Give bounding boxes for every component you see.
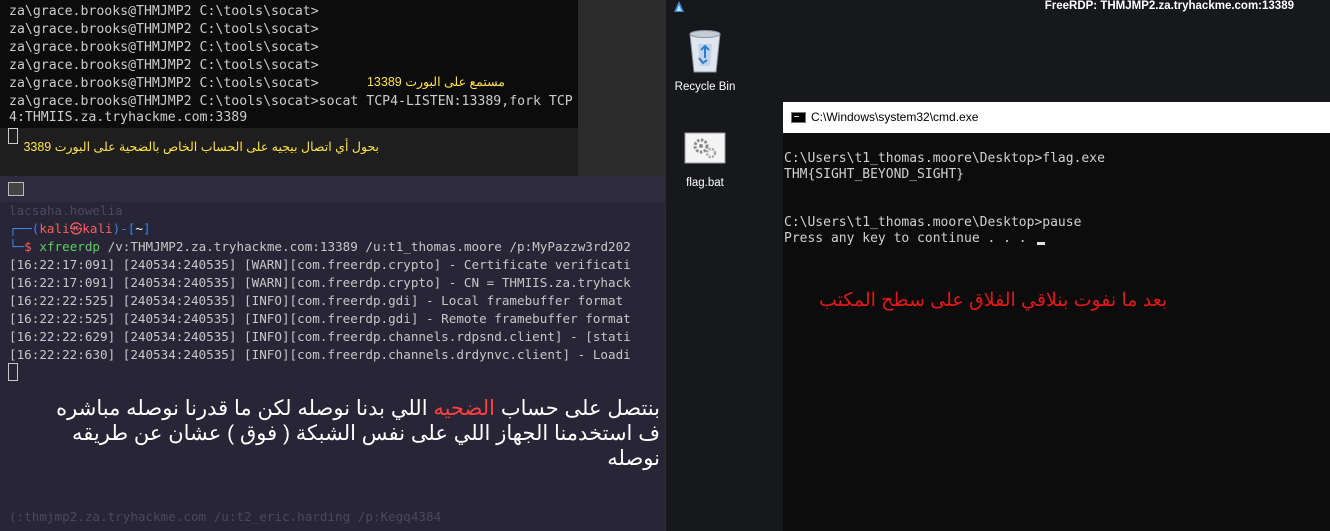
terminal-line-socat-command: za\grace.brooks@THMJMP2 C:\tools\socat>s… <box>9 94 573 109</box>
command-args: /v:THMJMP2.za.tryhackme.com:13389 /u:t1_… <box>100 239 631 254</box>
flag-bat-shortcut[interactable]: flag.bat <box>665 132 745 189</box>
terminal-wrap-line: 4:THMIIS.za.tryhackme.com:3389 <box>0 110 578 128</box>
log-line: [16:22:22:630] [240534:240535] [INFO][co… <box>9 347 631 362</box>
windows-terminal[interactable]: za\grace.brooks@THMJMP2 C:\tools\socat> … <box>0 0 578 128</box>
note-text-part1: بنتصل على حساب <box>494 397 660 420</box>
rdp-title: FreeRDP: THMJMP2.za.tryhackme.com:13389 <box>1044 0 1294 12</box>
prompt-symbol: ㉿ <box>69 221 83 236</box>
cmd-line: Press any key to continue . . . <box>784 231 1330 247</box>
note-forward-port: بحول أي اتصال بيجيه على الحساب الخاص بال… <box>23 140 379 154</box>
cmd-cursor <box>1037 242 1046 245</box>
prompt-host: kali <box>82 221 113 236</box>
cmd-line: C:\Users\t1_thomas.moore\Desktop>flag.ex… <box>784 151 1105 166</box>
cmd-title: C:\Windows\system32\cmd.exe <box>811 110 979 124</box>
recycle-bin-label: Recycle Bin <box>674 81 736 93</box>
cmd-pause-text: Press any key to continue . . . <box>784 231 1035 246</box>
background-gap <box>578 0 665 176</box>
log-line: [16:22:22:629] [240534:240535] [INFO][co… <box>9 329 631 344</box>
ghost-text: (:thmjmp2.za.tryhackme.com /u:t2_eric.ha… <box>9 509 442 524</box>
cmd-output[interactable]: C:\Users\t1_thomas.moore\Desktop>flag.ex… <box>783 133 1330 247</box>
log-line: [16:22:17:091] [240534:240535] [WARN][co… <box>9 257 631 272</box>
rdp-window[interactable]: FreeRDP: THMJMP2.za.tryhackme.com:13389 … <box>665 0 1330 531</box>
prompt-line: ┌──(kali㉿kali)-[~] <box>9 221 151 236</box>
terminal-cursor <box>8 363 18 381</box>
ghost-text: lacsaha.howelia <box>9 203 123 218</box>
kali-terminal-tabbar <box>0 176 665 202</box>
terminal-icon[interactable] <box>8 182 24 196</box>
note-explanation: بنتصل على حساب الضحيه اللي بدنا نوصله لك… <box>30 396 660 471</box>
recycle-bin-shortcut[interactable]: Recycle Bin <box>665 28 745 93</box>
cmd-line: C:\Users\t1_thomas.moore\Desktop>pause <box>784 215 1082 230</box>
cmd-line <box>784 183 1330 199</box>
cmd-titlebar[interactable]: C:\Windows\system32\cmd.exe <box>783 102 1330 133</box>
prompt-user: kali <box>39 221 70 236</box>
log-line: [16:22:22:525] [240534:240535] [INFO][co… <box>9 311 631 326</box>
terminal-line: za\grace.brooks@THMJMP2 C:\tools\socat> <box>9 58 319 73</box>
log-line: [16:22:22:525] [240534:240535] [INFO][co… <box>9 293 624 308</box>
note-listen-port: مستمع على البورت 13389 <box>366 75 505 89</box>
log-line: [16:22:17:091] [240534:240535] [WARN][co… <box>9 275 631 290</box>
prompt-dir: ~ <box>135 221 143 236</box>
cmd-flag-line: THM{SIGHT_BEYOND_SIGHT} <box>784 167 965 182</box>
kali-terminal[interactable]: lacsaha.howelia ┌──(kali㉿kali)-[~] └─$ x… <box>0 202 665 531</box>
cmd-icon <box>791 112 806 123</box>
note-highlight: الضحيه <box>433 397 495 420</box>
note-flag-on-desktop: بعد ما نفوت بنلاقي الفلاق على سطح المكتب <box>819 290 1168 311</box>
terminal-line: za\grace.brooks@THMJMP2 C:\tools\socat> <box>9 40 319 55</box>
terminal-line: za\grace.brooks@THMJMP2 C:\tools\socat> <box>9 22 319 37</box>
command-name: xfreerdp <box>39 239 101 254</box>
terminal-line: za\grace.brooks@THMJMP2 C:\tools\socat> <box>9 4 319 19</box>
batch-file-icon <box>684 132 726 164</box>
cmd-window[interactable]: C:\Windows\system32\cmd.exe C:\Users\t1_… <box>783 102 1330 531</box>
flag-bat-label: flag.bat <box>686 177 724 189</box>
recycle-bin-icon <box>689 30 721 73</box>
terminal-cursor <box>8 128 18 144</box>
command-line: └─$ xfreerdp /v:THMJMP2.za.tryhackme.com… <box>9 239 631 254</box>
